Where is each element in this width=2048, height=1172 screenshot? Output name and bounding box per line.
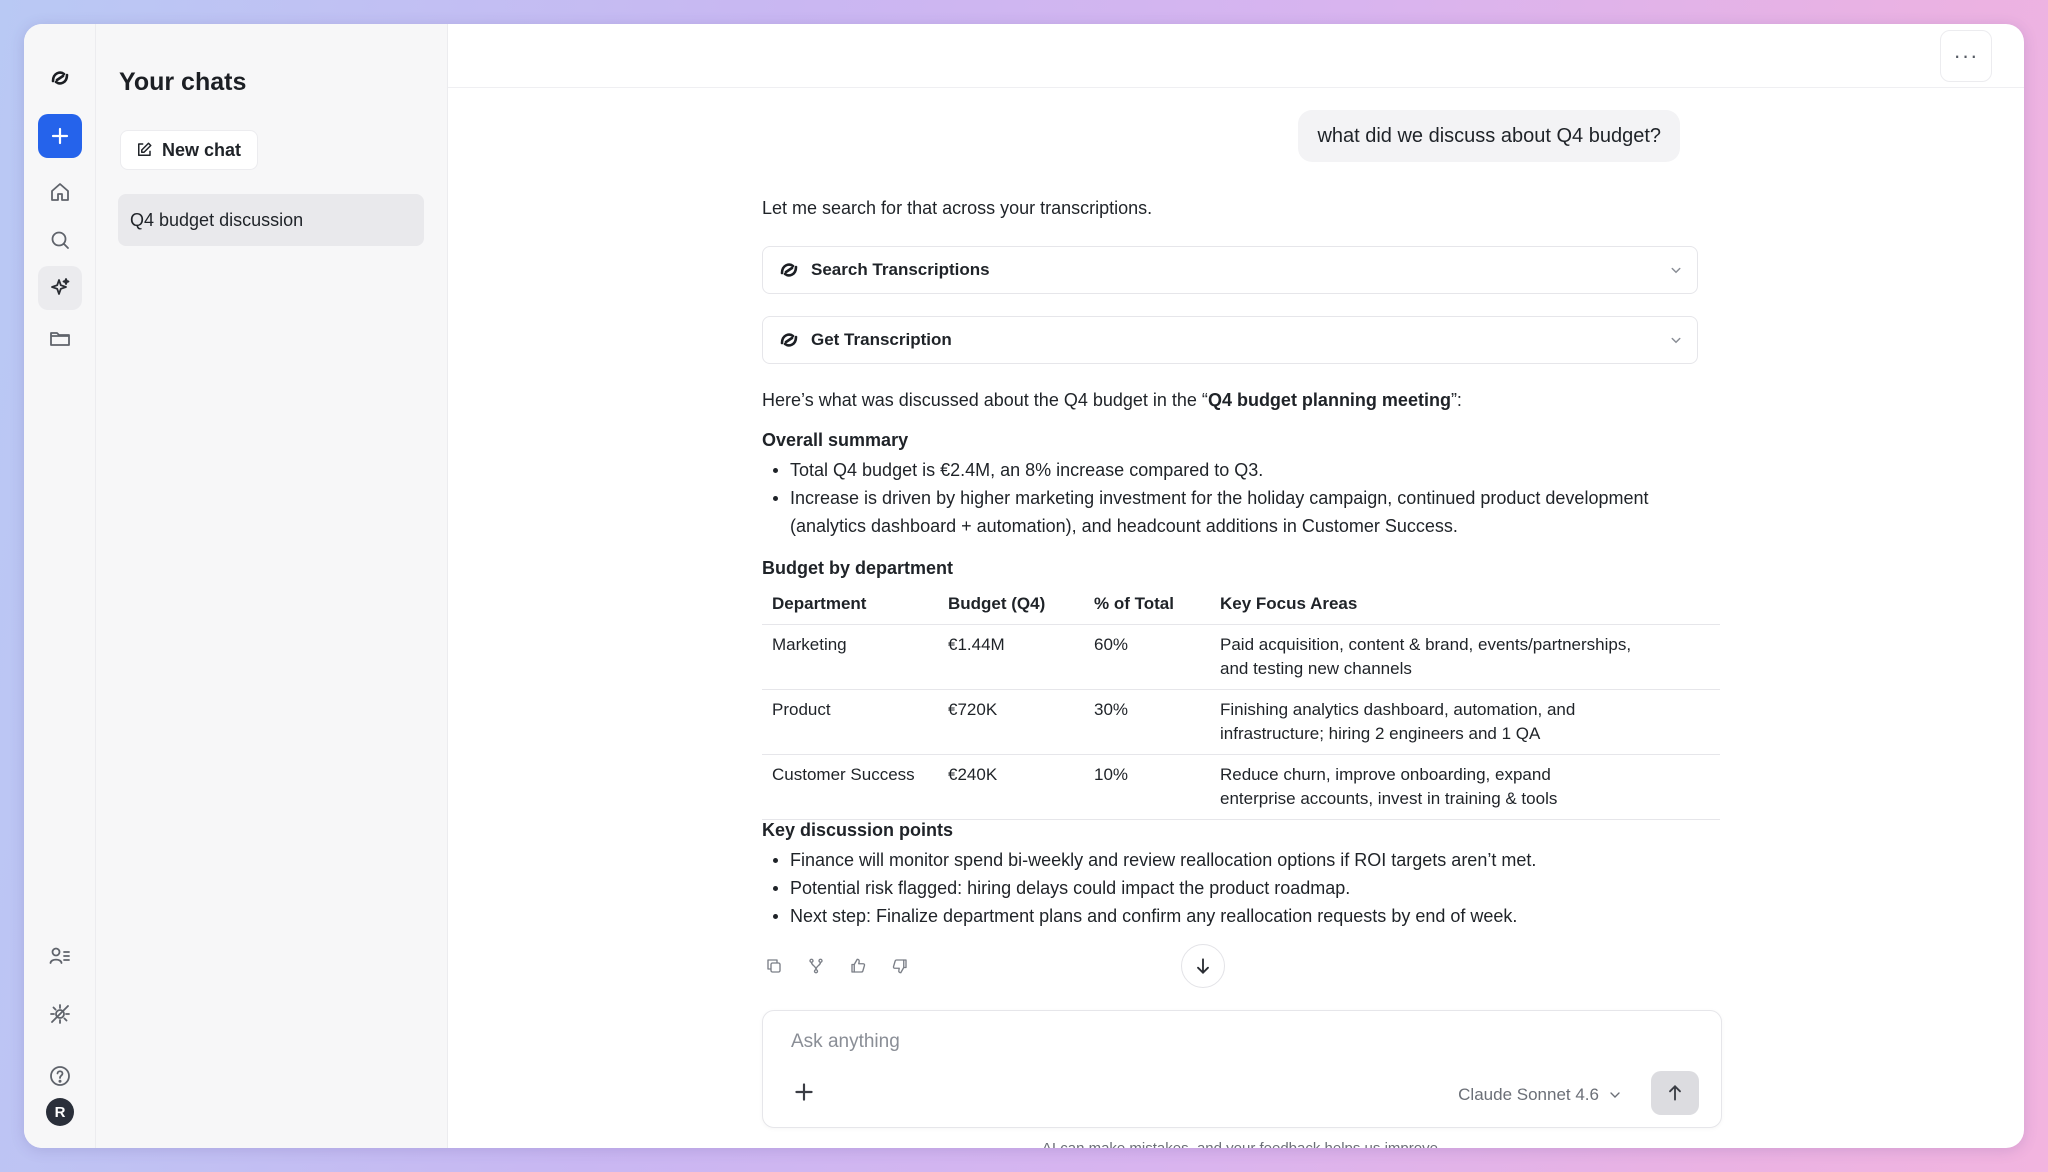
tool-call-search-transcriptions[interactable]: Search Transcriptions — [762, 246, 1698, 294]
chevron-down-icon — [1610, 1092, 1620, 1098]
model-selector[interactable]: Claude Sonnet 4.6 — [1458, 1081, 1623, 1109]
integrations-icon[interactable] — [38, 992, 82, 1036]
app-window: R Your chats New chat Q4 budget discussi… — [24, 24, 2024, 1148]
message-composer: Claude Sonnet 4.6 — [762, 1010, 1722, 1128]
table-header: Department — [772, 594, 867, 613]
table-row: Marketing €1.44M 60% Paid acquisition, c… — [762, 623, 1720, 689]
list-item: Increase is driven by higher marketing i… — [762, 484, 1722, 540]
meeting-name: Q4 budget planning meeting — [1207, 390, 1451, 410]
new-chat-rail-button[interactable] — [38, 114, 82, 158]
summary-tail: ”: — [1450, 390, 1462, 410]
folder-icon[interactable] — [38, 316, 82, 360]
table-cell: 30% — [1084, 688, 1210, 754]
more-options-button[interactable]: ··· — [1940, 30, 1992, 82]
model-name: Claude Sonnet 4.6 — [1458, 1085, 1599, 1104]
new-chat-button[interactable]: New chat — [120, 130, 259, 170]
table-row: Customer Success €240K 10% Reduce churn,… — [762, 753, 1720, 820]
list-item: Next step: Finalize department plans and… — [762, 902, 1722, 930]
thumbs-up-icon[interactable] — [846, 954, 870, 978]
summary-lead: Here’s what was discussed about the Q4 b… — [762, 390, 1208, 410]
plus-icon — [795, 1083, 813, 1101]
table-cell: Reduce churn, improve onboarding, expand… — [1210, 753, 1720, 820]
key-discussion-points-heading: Key discussion points — [762, 820, 954, 840]
message-actions — [762, 954, 912, 978]
table-cell: €240K — [938, 753, 1084, 820]
overall-summary-list: Total Q4 budget is €2.4M, an 8% increase… — [762, 456, 1722, 540]
sparkle-icon[interactable] — [38, 266, 82, 310]
chat-list-item[interactable]: Q4 budget discussion — [118, 194, 424, 246]
logo-icon — [780, 263, 798, 277]
topbar: ··· — [448, 24, 2024, 88]
table-row: Product €720K 30% Finishing analytics da… — [762, 688, 1720, 754]
scroll-to-bottom-button[interactable] — [1181, 944, 1225, 988]
table-cell: 60% — [1084, 623, 1210, 689]
budget-by-department-heading: Budget by department — [762, 558, 954, 578]
new-chat-label: New chat — [162, 139, 242, 160]
branch-icon[interactable] — [804, 954, 828, 978]
ellipsis-icon: ··· — [1953, 43, 1979, 68]
message-input[interactable] — [791, 1025, 1611, 1059]
table-cell: Marketing — [762, 623, 938, 689]
table-header: Budget (Q4) — [948, 594, 1046, 613]
plus-icon — [51, 127, 69, 145]
table-cell: €720K — [938, 688, 1084, 754]
table-header-row: Department Budget (Q4) % of Total Key Fo… — [762, 586, 1720, 624]
assistant-intro: Let me search for that across your trans… — [762, 198, 1153, 218]
table-cell: €1.44M — [938, 623, 1084, 689]
tool-call-get-transcription[interactable]: Get Transcription — [762, 316, 1698, 364]
search-icon[interactable] — [38, 218, 82, 262]
table-header: % of Total — [1094, 594, 1174, 613]
chevron-down-icon — [1671, 337, 1681, 344]
user-message: what did we discuss about Q4 budget? — [1298, 110, 1680, 162]
attach-button[interactable] — [791, 1079, 817, 1105]
table-header: Key Focus Areas — [1220, 594, 1358, 613]
copy-icon[interactable] — [762, 954, 786, 978]
table-cell: 10% — [1084, 753, 1210, 820]
chats-title: Your chats — [119, 68, 247, 96]
key-discussion-points-list: Finance will monitor spend bi-weekly and… — [762, 846, 1722, 930]
list-item: Finance will monitor spend bi-weekly and… — [762, 846, 1722, 874]
list-item: Potential risk flagged: hiring delays co… — [762, 874, 1722, 902]
icon-rail: R — [24, 24, 96, 1148]
help-icon[interactable] — [38, 1054, 82, 1098]
table-cell: Finishing analytics dashboard, automatio… — [1210, 688, 1720, 754]
users-icon[interactable] — [38, 934, 82, 978]
arrow-down-icon — [1197, 958, 1209, 974]
tool-call-label: Get Transcription — [811, 330, 952, 349]
summary-intro: Here’s what was discussed about the Q4 b… — [762, 386, 1722, 414]
thumbs-down-icon[interactable] — [888, 954, 912, 978]
chat-list-item-label: Q4 budget discussion — [130, 209, 304, 230]
list-item: Total Q4 budget is €2.4M, an 8% increase… — [762, 456, 1722, 484]
budget-table: Department Budget (Q4) % of Total Key Fo… — [762, 586, 1720, 820]
logo-icon[interactable] — [38, 56, 82, 100]
overall-summary-heading: Overall summary — [762, 430, 909, 450]
tool-call-label: Search Transcriptions — [811, 260, 990, 279]
avatar[interactable]: R — [46, 1098, 74, 1126]
table-cell: Customer Success — [762, 753, 938, 820]
main-area: ··· what did we discuss about Q4 budget?… — [448, 24, 2024, 1148]
disclaimer: AI can make mistakes, and your feedback … — [762, 1140, 1722, 1148]
user-message-text: what did we discuss about Q4 budget? — [1317, 124, 1661, 147]
chats-panel: Your chats New chat Q4 budget discussion — [96, 24, 448, 1148]
table-cell: Paid acquisition, content & brand, event… — [1210, 623, 1720, 689]
edit-icon — [138, 142, 152, 156]
table-cell: Product — [762, 688, 938, 754]
chevron-down-icon — [1671, 267, 1681, 274]
home-icon[interactable] — [38, 170, 82, 214]
logo-icon — [780, 333, 798, 347]
send-button[interactable] — [1651, 1071, 1699, 1115]
arrow-up-icon — [1669, 1085, 1681, 1101]
